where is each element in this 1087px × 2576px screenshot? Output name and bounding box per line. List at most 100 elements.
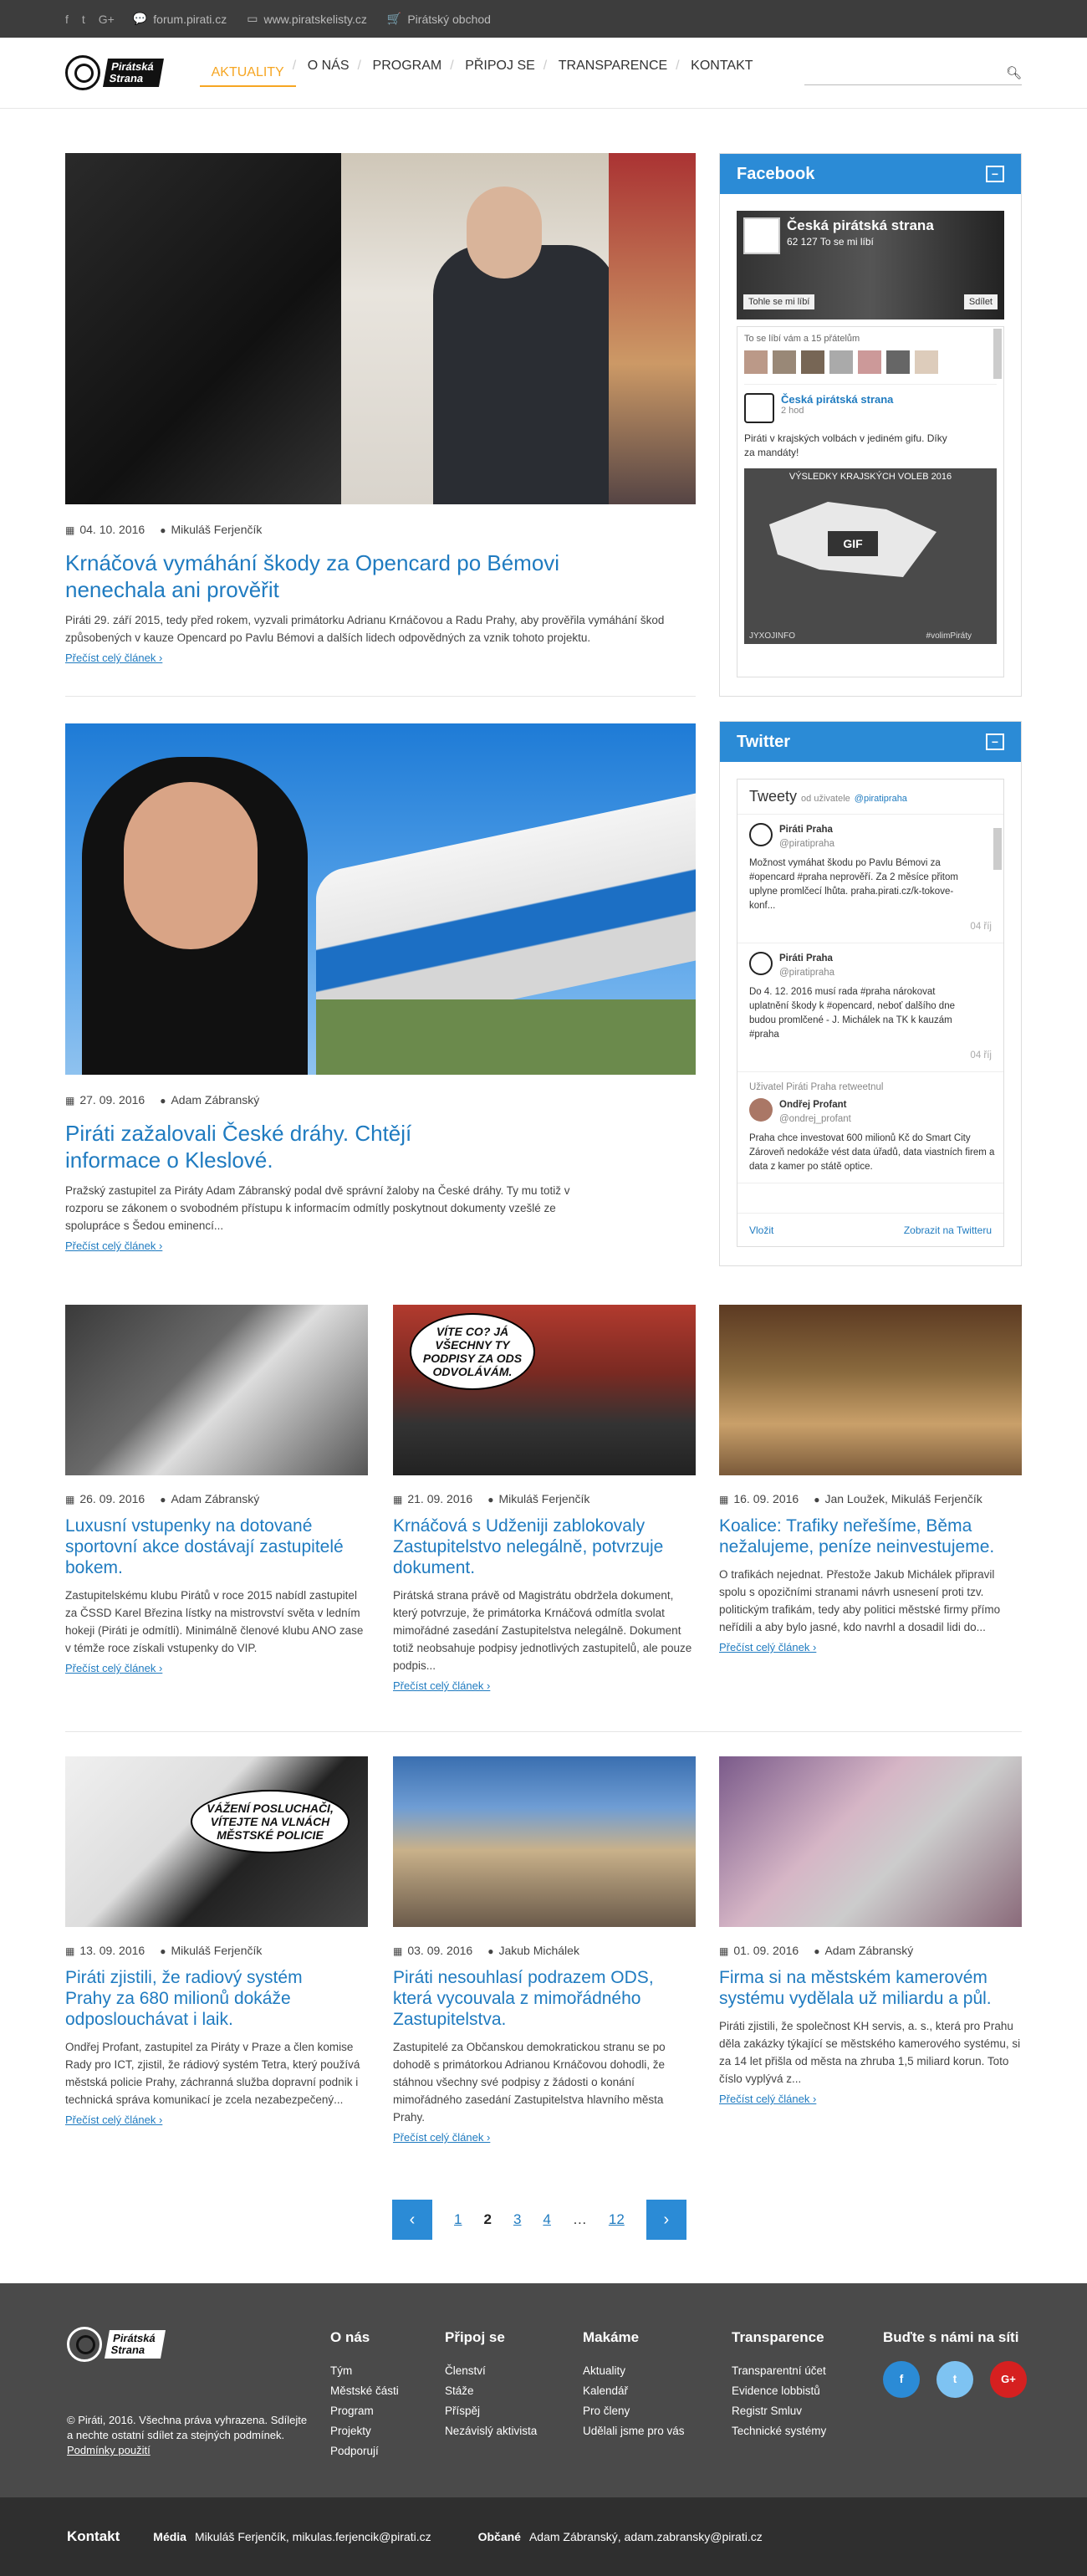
logo-text: Pirátská Strana <box>103 59 164 87</box>
article-excerpt: Piráti 29. září 2015, tedy před rokem, v… <box>65 614 665 644</box>
footer-link[interactable]: Evidence lobbistů <box>732 2381 826 2401</box>
menu-item-transparence[interactable]: TRANSPARENCE <box>544 59 679 87</box>
twitter-scrollbar[interactable] <box>993 828 1002 870</box>
page-link[interactable]: 3 <box>513 2211 521 2228</box>
fb-post-author[interactable]: Česká pirátská strana <box>781 393 893 406</box>
tweet-author: Piráti Praha <box>779 825 833 835</box>
fb-share-button[interactable]: Sdílet <box>963 294 998 309</box>
article-image[interactable] <box>65 723 696 1075</box>
footer-link[interactable]: Projekty <box>330 2421 399 2441</box>
forum-link[interactable]: 💬 forum.pirati.cz <box>133 12 227 26</box>
article-title[interactable]: Krnáčová s Udženiji zablokovaly Zastupit… <box>393 1515 677 1578</box>
user-icon: ● <box>160 1095 166 1107</box>
footer-link[interactable]: Kalendář <box>583 2381 685 2401</box>
footer-link[interactable]: Podporují <box>330 2441 399 2461</box>
footer-link[interactable]: Technické systémy <box>732 2421 826 2441</box>
facebook-icon[interactable]: f <box>883 2361 920 2398</box>
menu-item-pripoj-se[interactable]: PŘIPOJ SE <box>450 59 547 87</box>
article-title[interactable]: Firma si na městském kamerovém systému v… <box>719 1967 1003 2009</box>
footer-logo[interactable]: Pirátská Strana <box>67 2327 166 2362</box>
page-link[interactable]: 4 <box>543 2211 550 2228</box>
twitter-view-link[interactable]: Zobrazit na Twitteru <box>904 1224 992 1236</box>
footer-link[interactable]: Městské části <box>330 2381 399 2401</box>
read-more-link[interactable]: Přečíst celý článek › <box>719 1641 1022 1653</box>
footer-link[interactable]: Tým <box>330 2361 399 2381</box>
article-image[interactable] <box>65 153 696 504</box>
article-title[interactable]: Piráti zažalovali České dráhy. Chtějí in… <box>65 1120 416 1173</box>
menu-item-kontakt[interactable]: KONTAKT <box>676 59 764 87</box>
tweet[interactable]: Piráti Praha @piratipraha Do 4. 12. 2016 … <box>737 943 1003 1072</box>
twitter-icon[interactable]: t <box>936 2361 973 2398</box>
read-more-link[interactable]: Přečíst celý článek › <box>393 2131 696 2144</box>
footer-link[interactable]: Pro členy <box>583 2401 685 2421</box>
read-more-link[interactable]: Přečíst celý článek › <box>65 2113 368 2126</box>
article-date: ▦ 16. 09. 2016 <box>719 1492 799 1505</box>
google-plus-icon[interactable]: G+ <box>99 13 115 26</box>
site-logo[interactable]: Pirátská Strana <box>65 55 164 90</box>
twitter-icon[interactable]: t <box>82 13 85 26</box>
fb-friend-avatars <box>737 350 1003 374</box>
article-image[interactable]: VÍTE CO? JÁ VŠECHNY TY PODPISY ZA ODS OD… <box>393 1305 696 1475</box>
article-title[interactable]: Piráti zjistili, že radiový systém Prahy… <box>65 1967 350 2030</box>
tweet[interactable]: Uživatel Piráti Praha retweetnul Ondřej … <box>737 1072 1003 1183</box>
footer-link[interactable]: Udělali jsme pro vás <box>583 2421 685 2441</box>
article-title[interactable]: Krnáčová vymáhání škody za Opencard po B… <box>65 549 634 603</box>
fb-post-image[interactable]: VÝSLEDKY KRAJSKÝCH VOLEB 2016 GIF JYXOJI… <box>744 468 997 644</box>
twitter-embed: Tweety od uživatele @piratipraha Piráti … <box>737 779 1004 1247</box>
search-icon[interactable]: 🔍︎ <box>1006 65 1022 80</box>
menu-item-aktuality[interactable]: AKTUALITY <box>199 65 296 87</box>
calendar-icon: ▦ <box>393 1945 403 1957</box>
footer-link[interactable]: Aktuality <box>583 2361 685 2381</box>
read-more-link[interactable]: Přečíst celý článek › <box>393 1679 696 1692</box>
calendar-icon: ▦ <box>65 1494 75 1505</box>
footer-link[interactable]: Registr Smluv <box>732 2401 826 2421</box>
article-image[interactable] <box>65 1305 368 1475</box>
article-title[interactable]: Luxusní vstupenky na dotované sportovní … <box>65 1515 350 1578</box>
footer-link[interactable]: Transparentní účet <box>732 2361 826 2381</box>
footer-link[interactable]: Stáže <box>445 2381 537 2401</box>
lists-link[interactable]: ▭ www.piratskelisty.cz <box>247 12 367 26</box>
menu-item-o-nas[interactable]: O NÁS <box>293 59 361 87</box>
page-link[interactable]: 1 <box>454 2211 462 2228</box>
terms-link[interactable]: Podmínky použití <box>67 2444 151 2456</box>
fb-page-name[interactable]: Česká pirátská strana <box>787 217 934 234</box>
next-page-button[interactable]: › <box>646 2200 686 2240</box>
facebook-cover[interactable]: Česká pirátská strana 62 127 To se mi lí… <box>737 211 1004 319</box>
google-plus-icon[interactable]: G+ <box>990 2361 1027 2398</box>
footer-link[interactable]: Příspěj <box>445 2401 537 2421</box>
article-title[interactable]: Piráti nesouhlasí podrazem ODS, která vy… <box>393 1967 677 2030</box>
footer-link[interactable]: Program <box>330 2401 399 2421</box>
article-date: ▦ 27. 09. 2016 <box>65 1093 145 1107</box>
read-more-link[interactable]: Přečíst celý článek › <box>65 652 696 664</box>
article-image[interactable]: VÁŽENÍ POSLUCHAČI, VÍTEJTE NA VLNÁCH MĚS… <box>65 1756 368 1927</box>
media-contact[interactable]: Mikuláš Ferjenčík, mikulas.ferjencik@pir… <box>195 2530 431 2543</box>
prev-page-button[interactable]: ‹ <box>392 2200 432 2240</box>
fb-like-button[interactable]: Tohle se mi líbí <box>743 294 815 309</box>
article-image[interactable] <box>719 1305 1022 1475</box>
read-more-link[interactable]: Přečíst celý článek › <box>65 1662 368 1674</box>
article-image[interactable] <box>393 1756 696 1927</box>
citizens-label: Občané <box>477 2530 521 2543</box>
fb-scrollbar[interactable] <box>993 329 1002 379</box>
facebook-icon[interactable]: f <box>65 13 69 26</box>
footer-link[interactable]: Členství <box>445 2361 537 2381</box>
article-image[interactable] <box>719 1756 1022 1927</box>
citizens-contact[interactable]: Adam Zábranský, adam.zabransky@pirati.cz <box>529 2530 763 2543</box>
footer-logo-line2: Strana <box>110 2343 146 2356</box>
read-more-link[interactable]: Přečíst celý článek › <box>65 1239 696 1252</box>
read-more-link[interactable]: Přečíst celý článek › <box>719 2093 1022 2105</box>
article-excerpt: Ondřej Profant, zastupitel za Piráty v P… <box>65 2041 360 2106</box>
tweets-handle[interactable]: @piratipraha <box>855 794 907 804</box>
page-link[interactable]: 12 <box>609 2211 625 2228</box>
calendar-icon: ▦ <box>65 1945 75 1957</box>
shop-link[interactable]: 🛒 Pirátský obchod <box>387 12 491 26</box>
article-excerpt: Zastupitelskému klubu Pirátů v roce 2015… <box>65 1589 364 1654</box>
menu-item-program[interactable]: PROGRAM <box>358 59 454 87</box>
tweet[interactable]: Piráti Praha @piratipraha Možnost vymáhat… <box>737 815 1003 943</box>
collapse-icon[interactable]: − <box>986 166 1004 182</box>
footer-link[interactable]: Nezávislý aktivista <box>445 2421 537 2441</box>
twitter-embed-link[interactable]: Vložit <box>749 1224 773 1236</box>
collapse-icon[interactable]: − <box>986 733 1004 750</box>
article-title[interactable]: Koalice: Trafiky neřešíme, Běma nežaluje… <box>719 1515 1003 1557</box>
search-input[interactable]: 🔍︎ <box>804 60 1022 85</box>
